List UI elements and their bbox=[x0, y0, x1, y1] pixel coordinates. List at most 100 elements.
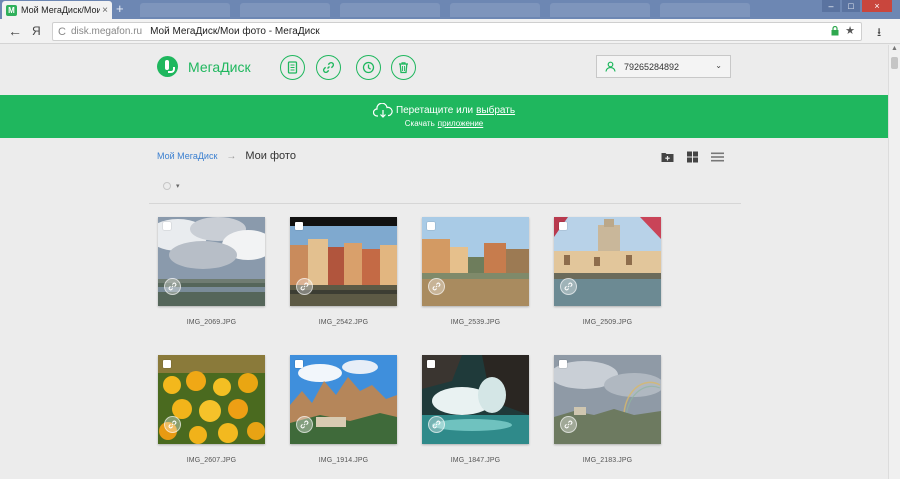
browser-address-bar: ← Я C disk.megafon.ru Мой МегаДиск/Мои ф… bbox=[0, 19, 900, 44]
url-field[interactable]: C disk.megafon.ru Мой МегаДиск/Мои фото … bbox=[52, 22, 862, 41]
select-files-link[interactable]: выбрать bbox=[476, 105, 515, 116]
account-dropdown[interactable]: 79265284892 ⌄ bbox=[596, 55, 731, 78]
megadisk-favicon-icon: M bbox=[6, 4, 17, 16]
photo-filename: IMG_2542.JPG bbox=[318, 319, 369, 326]
photo-thumbnail[interactable] bbox=[158, 355, 265, 444]
breadcrumb: Мой МегаДиск → Мои фото bbox=[157, 150, 296, 162]
tab-title: Мой МегаДиск/Мои bbox=[21, 5, 101, 15]
scroll-up-icon[interactable]: ▲ bbox=[891, 45, 898, 52]
link-icon bbox=[168, 420, 177, 429]
photo-card[interactable]: IMG_2509.JPG bbox=[554, 217, 661, 326]
select-all-checkbox[interactable] bbox=[163, 182, 171, 190]
page-scrollbar[interactable]: ▲ bbox=[888, 45, 900, 479]
breadcrumb-current: Мои фото bbox=[245, 150, 296, 162]
upload-dropzone[interactable]: Перетащите или выбрать Скачать приложение bbox=[0, 95, 888, 138]
url-host: disk.megafon.ru bbox=[70, 26, 143, 37]
chevron-down-icon: ⌄ bbox=[715, 61, 722, 70]
photo-link-button[interactable] bbox=[164, 416, 181, 433]
yandex-logo-icon[interactable]: Я bbox=[32, 24, 44, 38]
window-minimize-button[interactable]: ‒ bbox=[822, 0, 840, 12]
photo-link-button[interactable] bbox=[164, 278, 181, 295]
download-app-prompt: Скачать bbox=[404, 119, 435, 128]
list-view-icon[interactable] bbox=[711, 151, 724, 163]
photo-checkbox[interactable] bbox=[427, 360, 435, 368]
photo-thumbnail[interactable] bbox=[554, 355, 661, 444]
cloud-upload-icon bbox=[372, 103, 393, 118]
browser-tab-inactive[interactable] bbox=[450, 3, 540, 17]
link-icon bbox=[300, 282, 309, 291]
share-link-button[interactable] bbox=[316, 55, 341, 80]
logo-text: МегаДиск bbox=[188, 58, 251, 75]
photo-link-button[interactable] bbox=[560, 416, 577, 433]
photo-card[interactable]: IMG_2183.JPG bbox=[554, 355, 661, 464]
tab-close-icon[interactable]: × bbox=[102, 5, 108, 16]
photo-checkbox[interactable] bbox=[163, 360, 171, 368]
photo-link-button[interactable] bbox=[296, 416, 313, 433]
photo-thumbnail[interactable] bbox=[290, 217, 397, 306]
browser-tab-inactive[interactable] bbox=[240, 3, 330, 17]
photo-link-button[interactable] bbox=[428, 278, 445, 295]
photo-checkbox[interactable] bbox=[295, 222, 303, 230]
clock-icon bbox=[362, 61, 375, 74]
browser-tab-inactive[interactable] bbox=[660, 3, 750, 17]
photo-card[interactable]: IMG_1847.JPG bbox=[422, 355, 529, 464]
trash-icon bbox=[399, 62, 408, 74]
scroll-thumb[interactable] bbox=[891, 57, 898, 69]
photo-checkbox[interactable] bbox=[559, 222, 567, 230]
breadcrumb-arrow-icon: → bbox=[226, 150, 237, 162]
photo-thumbnail[interactable] bbox=[422, 355, 529, 444]
browser-tab-inactive[interactable] bbox=[140, 3, 230, 17]
link-icon bbox=[300, 420, 309, 429]
link-icon bbox=[432, 282, 441, 291]
lock-icon bbox=[831, 26, 839, 36]
megadisk-logo[interactable]: МегаДиск bbox=[157, 56, 251, 77]
photo-card[interactable]: IMG_2542.JPG bbox=[290, 217, 397, 326]
url-page-title: Мой МегаДиск/Мои фото - МегаДиск bbox=[150, 26, 320, 37]
trash-button[interactable] bbox=[391, 55, 416, 80]
photo-thumbnail[interactable] bbox=[158, 217, 265, 306]
document-icon bbox=[287, 61, 298, 74]
photo-filename: IMG_2539.JPG bbox=[450, 319, 501, 326]
add-folder-icon[interactable] bbox=[661, 151, 674, 163]
link-icon bbox=[168, 282, 177, 291]
reload-icon[interactable]: C bbox=[58, 26, 66, 38]
photo-card[interactable]: IMG_2069.JPG bbox=[158, 217, 265, 326]
link-icon bbox=[432, 420, 441, 429]
window-close-button[interactable]: × bbox=[862, 0, 892, 12]
photo-thumbnail[interactable] bbox=[422, 217, 529, 306]
browser-tab-inactive[interactable] bbox=[550, 3, 650, 17]
new-tab-button[interactable]: + bbox=[116, 1, 124, 17]
photo-filename: IMG_2509.JPG bbox=[582, 319, 633, 326]
browser-tab-inactive[interactable] bbox=[340, 3, 440, 17]
photo-checkbox[interactable] bbox=[163, 222, 171, 230]
photo-card[interactable]: IMG_1914.JPG bbox=[290, 355, 397, 464]
photo-card[interactable]: IMG_2607.JPG bbox=[158, 355, 265, 464]
photo-checkbox[interactable] bbox=[559, 360, 567, 368]
download-app-link[interactable]: приложение bbox=[438, 119, 484, 128]
browser-tab-bar: M Мой МегаДиск/Мои × + ‒ □ × bbox=[0, 0, 900, 19]
browser-tab-active[interactable]: M Мой МегаДиск/Мои × bbox=[2, 1, 112, 19]
window-maximize-button[interactable]: □ bbox=[842, 0, 860, 12]
photo-link-button[interactable] bbox=[560, 278, 577, 295]
photo-thumbnail[interactable] bbox=[554, 217, 661, 306]
history-button[interactable] bbox=[356, 55, 381, 80]
photo-card[interactable]: IMG_2539.JPG bbox=[422, 217, 529, 326]
breadcrumb-root-link[interactable]: Мой МегаДиск bbox=[157, 151, 217, 161]
photo-thumbnail[interactable] bbox=[290, 355, 397, 444]
download-icon[interactable]: ⭳ bbox=[877, 23, 881, 44]
grid-view-icon[interactable] bbox=[686, 151, 699, 163]
photo-checkbox[interactable] bbox=[295, 360, 303, 368]
photo-filename: IMG_2069.JPG bbox=[186, 319, 237, 326]
photo-link-button[interactable] bbox=[428, 416, 445, 433]
photo-filename: IMG_2607.JPG bbox=[186, 457, 237, 464]
select-all-dropdown[interactable]: ▾ bbox=[163, 182, 180, 190]
link-icon bbox=[564, 282, 573, 291]
account-phone: 79265284892 bbox=[624, 61, 680, 72]
bookmark-star-icon[interactable]: ★ bbox=[845, 24, 855, 37]
back-arrow-icon[interactable]: ← bbox=[8, 23, 22, 39]
page-content: МегаДиск 79265284892 ⌄ Перетащите или вы… bbox=[0, 45, 888, 479]
document-button[interactable] bbox=[280, 55, 305, 80]
photo-checkbox[interactable] bbox=[427, 222, 435, 230]
photo-filename: IMG_1847.JPG bbox=[450, 457, 501, 464]
photo-link-button[interactable] bbox=[296, 278, 313, 295]
